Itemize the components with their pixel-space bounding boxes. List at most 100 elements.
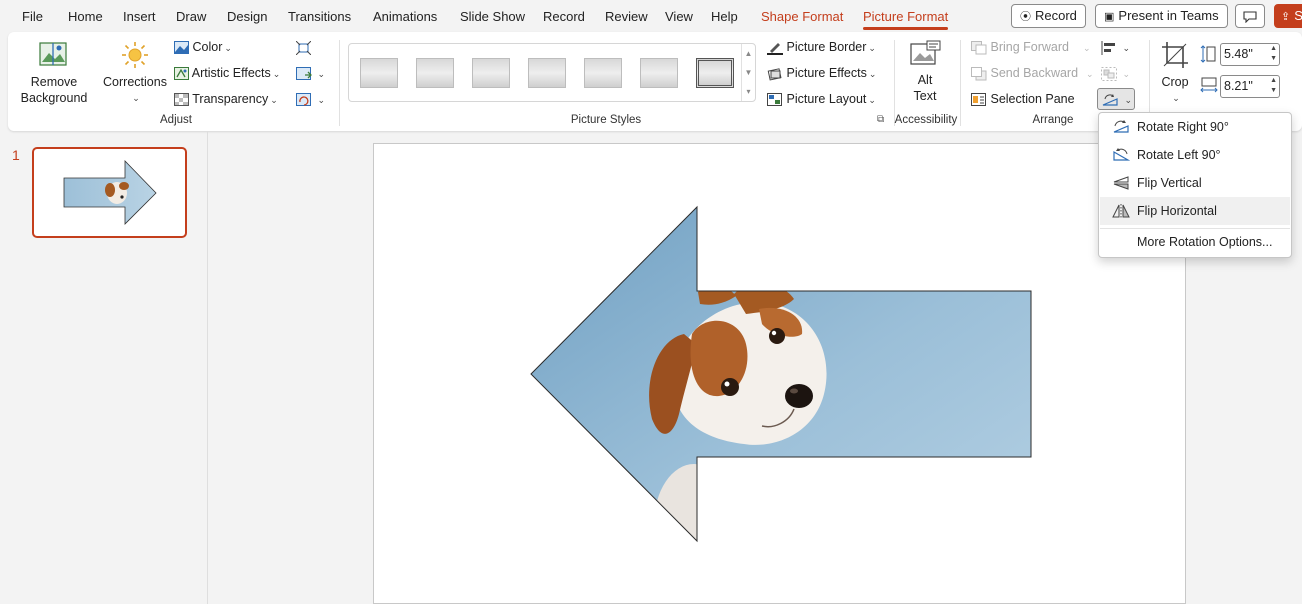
chevron-down-icon[interactable]: ▼ (742, 63, 755, 82)
picture-effects-button[interactable]: Picture Effects ⌄ (767, 66, 876, 81)
picture-effects-label: Picture Effects (786, 66, 867, 80)
align-icon (1101, 40, 1115, 55)
group-divider (960, 40, 961, 126)
crop-icon (1162, 42, 1188, 68)
picture-style-thumb[interactable] (472, 58, 510, 88)
tab-view[interactable]: View (665, 9, 693, 24)
share-label: S (1294, 8, 1302, 23)
present-in-teams-button[interactable]: ▣ Present in Teams (1095, 4, 1228, 28)
change-picture-icon (296, 66, 312, 80)
send-backward-icon (971, 66, 987, 81)
flip-horizontal-icon (1112, 204, 1130, 218)
picture-effects-icon (767, 67, 782, 81)
tab-shape-format[interactable]: Shape Format (761, 9, 843, 24)
picture-style-thumb[interactable] (696, 58, 734, 88)
chevron-down-icon: ⌄ (1172, 93, 1180, 103)
picture-layout-icon (767, 92, 782, 106)
slide-thumbnail[interactable] (32, 147, 187, 238)
compress-pictures-button[interactable] (296, 40, 311, 55)
menu-item-flip-horizontal[interactable]: Flip Horizontal (1100, 197, 1290, 225)
menu-item-more-rotation-options[interactable]: More Rotation Options... (1100, 228, 1290, 256)
align-button[interactable]: ⌄ (1101, 40, 1130, 55)
color-icon (174, 41, 189, 55)
picture-layout-label: Picture Layout (786, 92, 867, 106)
record-button[interactable]: ⦿ Record (1011, 4, 1086, 28)
crop-button[interactable]: Crop ⌄ (1156, 40, 1194, 106)
chevron-up-icon[interactable]: ▲ (742, 44, 755, 63)
picture-border-label: Picture Border (786, 40, 867, 54)
spin-arrows-icon[interactable]: ▲ ▼ (1270, 76, 1277, 96)
tab-slide-show[interactable]: Slide Show (460, 9, 525, 24)
menu-item-label: Rotate Right 90° (1137, 120, 1229, 134)
tab-record[interactable]: Record (543, 9, 585, 24)
comments-button[interactable] (1235, 4, 1265, 28)
tab-design[interactable]: Design (227, 9, 267, 24)
chevron-down-icon: ⌄ (1086, 69, 1094, 79)
picture-style-thumb[interactable] (584, 58, 622, 88)
alt-text-label-2: Text (913, 89, 937, 103)
transparency-button[interactable]: Transparency ⌄ (174, 92, 278, 107)
width-value: 8.21" (1224, 79, 1253, 93)
remove-background-button[interactable]: Remove Background (16, 40, 92, 106)
rotate-dropdown-menu: Rotate Right 90° Rotate Left 90° Flip Ve… (1098, 112, 1292, 258)
arrange-group-label: Arrange (1032, 114, 1074, 126)
tab-review[interactable]: Review (605, 9, 648, 24)
gallery-scroll[interactable]: ▲ ▼ ▾ (741, 44, 755, 101)
adjust-group-label: Adjust (160, 114, 192, 126)
slide-canvas[interactable] (373, 143, 1186, 604)
send-backward-button[interactable]: Send Backward ⌄ (971, 66, 1094, 81)
chevron-down-icon: ⌄ (317, 95, 326, 105)
change-picture-button[interactable]: ⌄ (296, 66, 325, 81)
bring-forward-label: Bring Forward (990, 40, 1069, 54)
share-button[interactable]: ⇪ S (1274, 4, 1302, 28)
picture-styles-gallery: ▲ ▼ ▾ (348, 43, 756, 102)
color-label: Color (192, 40, 223, 54)
alt-text-icon (910, 40, 941, 65)
artistic-effects-label: Artistic Effects (191, 66, 271, 80)
artistic-effects-icon (174, 67, 189, 81)
picture-style-thumb[interactable] (416, 58, 454, 88)
rotate-button[interactable]: ⌄ (1097, 88, 1135, 110)
selection-pane-button[interactable]: Selection Pane (971, 92, 1075, 107)
menu-item-rotate-right-90[interactable]: Rotate Right 90° (1100, 113, 1290, 141)
share-icon: ⇪ (1281, 11, 1291, 23)
dialog-launcher-icon[interactable]: ⧉ (877, 114, 884, 125)
pane-divider (207, 131, 208, 604)
selection-pane-icon (971, 92, 986, 106)
picture-border-button[interactable]: Picture Border ⌄ (767, 40, 876, 55)
picture-style-thumb[interactable] (528, 58, 566, 88)
tab-animations[interactable]: Animations (373, 9, 437, 24)
transparency-icon (174, 93, 189, 107)
tab-transitions[interactable]: Transitions (288, 9, 351, 24)
bring-forward-button[interactable]: Bring Forward ⌄ (971, 40, 1091, 55)
record-icon: ⦿ (1020, 11, 1031, 23)
more-icon[interactable]: ▾ (742, 82, 755, 101)
artistic-effects-button[interactable]: Artistic Effects ⌄ (174, 66, 280, 81)
tab-insert[interactable]: Insert (123, 9, 156, 24)
arrow-picture-shape[interactable] (374, 144, 1185, 603)
tab-draw[interactable]: Draw (176, 9, 206, 24)
color-button[interactable]: Color ⌄ (174, 40, 232, 55)
picture-style-thumb[interactable] (640, 58, 678, 88)
reset-picture-button[interactable]: ⌄ (296, 92, 325, 107)
height-input[interactable]: 5.48" ▲ ▼ (1220, 43, 1280, 66)
tab-picture-format[interactable]: Picture Format (863, 9, 949, 30)
tab-home[interactable]: Home (68, 9, 103, 24)
height-icon (1200, 45, 1216, 63)
menu-item-flip-vertical[interactable]: Flip Vertical (1100, 169, 1290, 197)
corrections-button[interactable]: Corrections ⌄ (100, 40, 170, 106)
spin-arrows-icon[interactable]: ▲ ▼ (1270, 44, 1277, 64)
menu-item-label: Rotate Left 90° (1137, 148, 1221, 162)
picture-style-thumb[interactable] (360, 58, 398, 88)
width-input[interactable]: 8.21" ▲ ▼ (1220, 75, 1280, 98)
remove-background-label-2: Background (20, 91, 88, 105)
tab-file[interactable]: File (22, 9, 43, 24)
picture-layout-button[interactable]: Picture Layout ⌄ (767, 92, 876, 107)
chevron-down-icon: ⌄ (868, 69, 877, 79)
alt-text-button[interactable]: Alt Text (901, 40, 949, 104)
chevron-down-icon: ⌄ (868, 43, 876, 53)
present-in-teams-label: Present in Teams (1118, 8, 1219, 23)
menu-item-rotate-left-90[interactable]: Rotate Left 90° (1100, 141, 1290, 169)
tab-help[interactable]: Help (711, 9, 738, 24)
group-objects-button[interactable]: ⌄ (1101, 66, 1130, 81)
